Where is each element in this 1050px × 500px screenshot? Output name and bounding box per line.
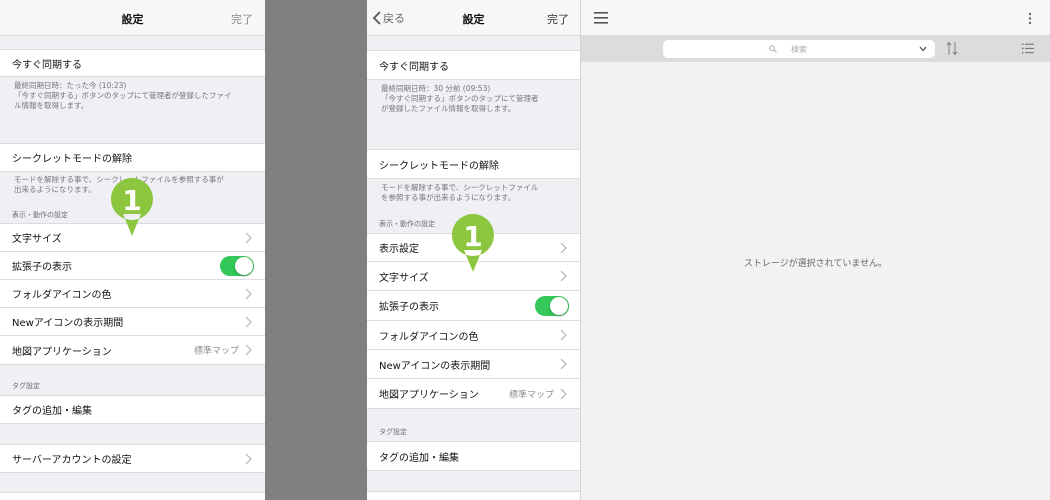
secret-note-line: を参照する事が出来るようになります。	[381, 193, 516, 202]
chevron-right-icon	[245, 316, 252, 327]
folder-icon-color-row[interactable]: フォルダアイコンの色	[367, 321, 580, 350]
font-size-label: 文字サイズ	[379, 272, 429, 284]
step-marker: 1	[450, 212, 496, 272]
server-account-label: サーバーアカウントの設定	[12, 455, 132, 466]
sync-note-line: が登録したファイル情報を取得します。	[381, 104, 516, 113]
chevron-right-icon	[560, 270, 567, 282]
extension-label: 拡張子の表示	[379, 302, 439, 313]
more-vert-icon[interactable]	[1028, 12, 1032, 25]
chevron-right-icon	[560, 358, 567, 370]
file-browser-panel: 検索 ストレージが選択されていません。	[580, 0, 1050, 500]
tag-edit-button[interactable]: タグの追加・編集	[0, 395, 265, 424]
secret-mode-label: シークレットモードの解除	[12, 154, 132, 165]
chevron-right-icon	[560, 242, 567, 253]
extension-toggle[interactable]	[535, 295, 569, 316]
sync-note-line: 「今すぐ同期する」ボタンのタップにて管理者が登録したファイ	[14, 91, 232, 100]
chevron-right-icon	[245, 453, 252, 464]
left-nav-bar: 設定 完了	[0, 0, 265, 36]
new-icon-period-row[interactable]: Newアイコンの表示期間	[367, 350, 580, 379]
chevron-down-icon[interactable]	[919, 46, 927, 52]
search-placeholder: 検索	[791, 45, 807, 54]
tag-edit-label: タグの追加・編集	[12, 406, 92, 417]
sync-now-button[interactable]: 今すぐ同期する	[0, 49, 265, 77]
secret-note-line: モードを解除する事で、シークレットファイル	[381, 183, 539, 192]
tag-edit-button[interactable]: タグの追加・編集	[367, 441, 580, 471]
folder-icon-color-row[interactable]: フォルダアイコンの色	[0, 280, 265, 308]
hamburger-menu-icon[interactable]	[594, 12, 608, 24]
search-input[interactable]: 検索	[663, 40, 935, 58]
map-app-label: 地図アプリケーション	[379, 390, 479, 401]
map-app-value: 標準マップ	[193, 346, 239, 357]
nav-title: 設定	[121, 13, 144, 26]
chevron-right-icon	[560, 388, 567, 399]
sync-note-line: 「今すぐ同期する」ボタンのタップにて管理者	[381, 94, 539, 103]
secret-note: モードを解除する事で、シークレットファイル を参照する事が出来るようになります。	[381, 183, 568, 203]
next-cell	[0, 492, 265, 500]
sync-now-label: 今すぐ同期する	[379, 61, 449, 73]
chevron-right-icon	[560, 329, 567, 341]
new-icon-period-row[interactable]: Newアイコンの表示期間	[0, 308, 265, 336]
sync-note: 最終同期日時：30 分前 (09:53) 「今すぐ同期する」ボタンのタップにて管…	[381, 84, 568, 114]
middle-settings-panel: 戻る 設定 完了 今すぐ同期する 最終同期日時：30 分前 (09:53) 「今…	[367, 0, 580, 500]
step-marker: 1	[109, 176, 155, 236]
chevron-right-icon	[245, 344, 252, 356]
chevron-right-icon	[245, 232, 252, 243]
new-icon-period-label: Newアイコンの表示期間	[379, 360, 491, 372]
map-app-value: 標準マップ	[508, 390, 554, 400]
map-app-row[interactable]: 地図アプリケーション 標準マップ	[367, 379, 580, 409]
sync-note-line: ル情報を取得します。	[14, 101, 89, 110]
map-app-label: 地図アプリケーション	[12, 346, 112, 358]
extension-display-row: 拡張子の表示	[367, 291, 580, 321]
last-sync-text: 最終同期日時：たった今 (10:23)	[14, 81, 127, 90]
sync-now-button[interactable]: 今すぐ同期する	[367, 50, 580, 80]
tag-section-header: タグ設定	[12, 382, 40, 390]
display-settings-label: 表示設定	[379, 244, 419, 255]
done-button[interactable]: 完了	[547, 11, 569, 27]
secret-mode-release-button[interactable]: シークレットモードの解除	[367, 149, 580, 179]
extension-toggle[interactable]	[220, 255, 254, 276]
tag-edit-label: タグの追加・編集	[379, 452, 459, 464]
extension-label: 拡張子の表示	[12, 262, 72, 273]
font-size-label: 文字サイズ	[12, 234, 62, 245]
sort-icon[interactable]	[946, 41, 958, 56]
chevron-right-icon	[245, 288, 252, 299]
folder-icon-color-label: フォルダアイコンの色	[12, 290, 112, 301]
last-sync-text: 最終同期日時：30 分前 (09:53)	[381, 84, 491, 93]
sync-now-label: 今すぐ同期する	[12, 59, 82, 71]
search-bar-row: 検索	[581, 36, 1050, 62]
secret-mode-label: シークレットモードの解除	[379, 160, 499, 172]
empty-storage-message: ストレージが選択されていません。	[743, 259, 888, 269]
list-view-icon[interactable]	[1022, 43, 1034, 54]
map-app-row[interactable]: 地図アプリケーション 標準マップ	[0, 336, 265, 365]
extension-display-row: 拡張子の表示	[0, 252, 265, 280]
step-number: 1	[463, 220, 483, 253]
display-section-header: 表示・動作の設定	[12, 211, 68, 219]
secret-mode-release-button[interactable]: シークレットモードの解除	[0, 143, 265, 172]
tag-section-header: タグ設定	[379, 428, 407, 436]
file-browser-toolbar	[581, 0, 1050, 36]
middle-nav-bar: 戻る 設定 完了	[367, 0, 580, 36]
done-button[interactable]: 完了	[231, 11, 253, 27]
new-icon-period-label: Newアイコンの表示期間	[12, 318, 124, 329]
sync-note: 最終同期日時：たった今 (10:23) 「今すぐ同期する」ボタンのタップにて管理…	[14, 81, 253, 111]
left-settings-panel: 設定 完了 今すぐ同期する 最終同期日時：たった今 (10:23) 「今すぐ同期…	[0, 0, 265, 500]
folder-icon-color-label: フォルダアイコンの色	[379, 331, 479, 343]
next-cell	[367, 491, 580, 500]
display-section-header: 表示・動作の設定	[379, 220, 435, 228]
server-account-row[interactable]: サーバーアカウントの設定	[0, 444, 265, 473]
step-number: 1	[122, 184, 142, 217]
